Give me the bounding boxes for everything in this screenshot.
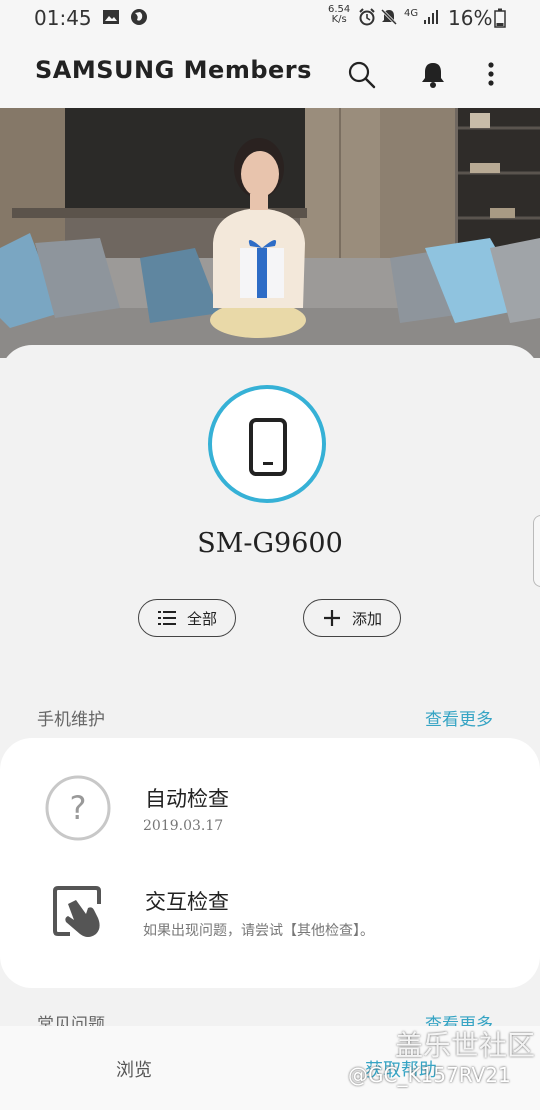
maintenance-see-more[interactable]: 查看更多 [425, 705, 493, 730]
net-speed-unit: K/s [331, 14, 347, 25]
question-icon: ? [45, 775, 111, 841]
interactive-check-title: 交互检查 [145, 890, 229, 914]
app-bar: SAMSUNG Members [0, 38, 540, 108]
tab-browse[interactable]: 浏览 [116, 1056, 152, 1082]
alarm-icon [359, 8, 375, 26]
hero-image [0, 108, 540, 358]
scroll-handle[interactable] [533, 515, 540, 587]
svg-text:?: ? [70, 789, 87, 827]
signal-icon [424, 10, 438, 24]
battery-percent: 16% [448, 6, 493, 30]
app-title: SAMSUNG Members [35, 56, 312, 84]
all-devices-label: 全部 [186, 609, 217, 628]
list-icon [157, 611, 176, 625]
add-device-button[interactable]: 添加 [303, 599, 401, 637]
watermark-handle: @GC_K157RV21 [348, 1063, 511, 1087]
battery-icon [494, 8, 506, 28]
net-speed: 6.54 K/s [328, 5, 350, 25]
auto-check-date: 2019.03.17 [143, 818, 224, 834]
bell-icon[interactable] [417, 58, 449, 90]
add-device-label: 添加 [351, 609, 382, 628]
globe-icon [131, 9, 147, 25]
gallery-icon [103, 10, 119, 24]
device-model: SM-G9600 [197, 528, 343, 559]
smartphone-icon [249, 418, 287, 476]
watermark-text: 盖乐世社区 [395, 1029, 536, 1062]
auto-check-title: 自动检查 [145, 787, 229, 811]
mute-icon [380, 8, 398, 26]
maintenance-title: 手机维护 [37, 710, 105, 730]
status-time: 01:45 [34, 6, 92, 30]
search-icon[interactable] [345, 58, 377, 90]
status-bar: 01:45 6.54 K/s 4G 16% [0, 0, 540, 38]
auto-check-item[interactable]: ? 自动检查 2019.03.17 [0, 758, 540, 878]
device-avatar[interactable] [208, 385, 326, 503]
interactive-check-subtitle: 如果出现问题，请尝试【其他检查】。 [143, 923, 374, 939]
more-vert-icon[interactable] [475, 58, 507, 90]
maintenance-card: ? 自动检查 2019.03.17 交互检查 如果出现问题，请尝试【其他检查】。 [0, 738, 540, 988]
touch-icon [53, 886, 101, 937]
interactive-check-item[interactable]: 交互检查 如果出现问题，请尝试【其他检查】。 [0, 868, 540, 978]
network-type: 4G [404, 8, 419, 19]
plus-icon [323, 610, 340, 626]
all-devices-button[interactable]: 全部 [138, 599, 236, 637]
hero-banner[interactable] [0, 108, 540, 358]
